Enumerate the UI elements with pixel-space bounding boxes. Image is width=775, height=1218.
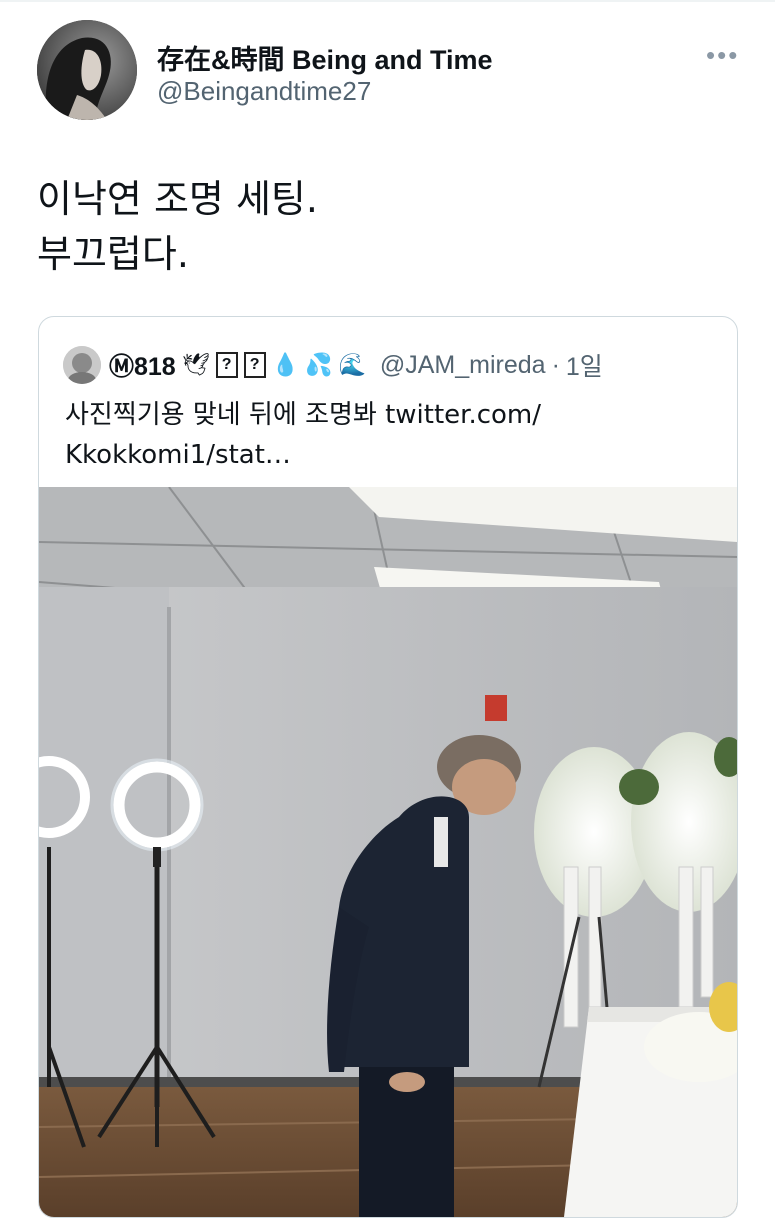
quoted-text-line: 사진찍기용 맞네 뒤에 조명봐 twitter.com/ (65, 400, 542, 430)
quoted-text-line: Kkokkomi1/stat… (65, 440, 291, 470)
quoted-author-handle[interactable]: @JAM_mireda (380, 351, 546, 380)
separator-dot: · (551, 350, 560, 379)
more-icon[interactable]: ••• (706, 40, 739, 71)
wave-emoji-icon: 🌊 (338, 352, 366, 377)
author-handle[interactable]: @Beingandtime27 (157, 76, 371, 107)
avatar-portrait-image (37, 20, 137, 120)
unknown-glyph-icon: ? (215, 352, 238, 378)
quoted-tweet-text: 사진찍기용 맞네 뒤에 조명봐 twitter.com/ Kkokkomi1/s… (65, 395, 715, 475)
quoted-author-avatar (63, 346, 101, 384)
author-avatar[interactable] (37, 20, 137, 120)
quoted-avatar-image (63, 346, 101, 384)
author-display-name[interactable]: 存在&時間 Being and Time (157, 38, 493, 77)
top-divider (0, 0, 775, 2)
memorial-photo-image (39, 487, 737, 1217)
quoted-timestamp[interactable]: 1일 (566, 347, 603, 383)
quoted-tweet-card[interactable]: Ⓜ818 🕊 ? ? 💧 💦 🌊 @JAM_mireda · 1일 사진찍기용 … (38, 316, 738, 1218)
sweat-droplets-emoji-icon: 💦 (305, 352, 333, 377)
tweet-text-line: 부끄럽다. (37, 232, 189, 276)
quoted-author-name[interactable]: Ⓜ818 (109, 347, 176, 383)
wing-emoji-icon: 🕊 (181, 352, 210, 377)
tweet-text: 이낙연 조명 세팅. 부끄럽다. (37, 172, 318, 282)
tweet-text-line: 이낙연 조명 세팅. (37, 177, 318, 221)
quoted-tweet-header: Ⓜ818 🕊 ? ? 💧 💦 🌊 @JAM_mireda · 1일 (109, 347, 603, 383)
unknown-glyph-icon: ? (243, 352, 266, 378)
droplet-emoji-icon: 💧 (271, 352, 300, 377)
quoted-tweet-photo[interactable] (39, 487, 737, 1217)
